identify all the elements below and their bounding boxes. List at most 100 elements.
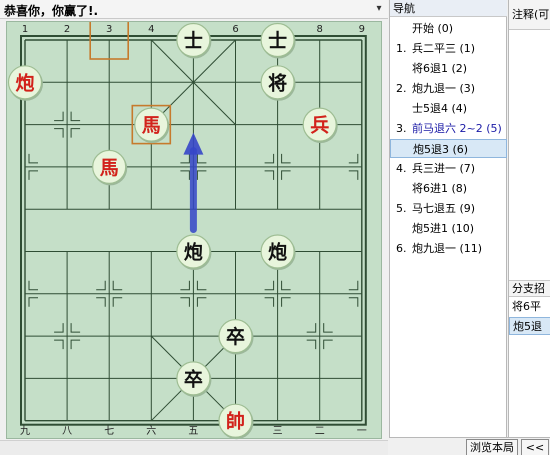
notes-text-area[interactable] (509, 30, 550, 280)
position-marker (348, 280, 359, 291)
position-marker (281, 153, 291, 164)
position-marker (348, 297, 359, 307)
notes-pane: 注释(可 分支招 将6平 炮5退 (508, 0, 550, 437)
board-footer (0, 440, 388, 455)
position-marker (348, 153, 359, 164)
pane-menu-icon[interactable]: ▾ (372, 1, 386, 17)
position-marker (70, 111, 81, 122)
piece-black-cannon-2[interactable]: 炮 (260, 234, 296, 270)
file-label-top: 3 (106, 24, 112, 35)
file-label-top: 1 (22, 24, 28, 35)
move-text: 炮5进1 (10) (412, 222, 475, 235)
position-marker (264, 297, 275, 307)
piece-red-soldier[interactable]: 兵 (302, 107, 338, 144)
move-number: 4. (396, 162, 407, 175)
navigation-pane: 导航 开始 (0) 1. 兵二平三 (1) 将6退1 (2) 2. 炮九退一 (3) 士5退… (389, 0, 507, 437)
move-text: 马七退五 (9) (412, 202, 476, 215)
move-list-item[interactable]: 5. 马七退五 (9) (390, 199, 507, 218)
notes-header: 注释(可 (509, 0, 550, 30)
move-text: 前马退六 2~2 (5) (412, 122, 502, 135)
piece-label: 炮 (184, 241, 203, 264)
piece-red-horse-2[interactable]: 馬 (92, 149, 128, 186)
xiangqi-board[interactable]: 123456789九八七六五四三二一士士将炮馬兵馬炮炮卒卒帥 (6, 21, 383, 440)
move-list-item[interactable]: 6. 炮九退一 (11) (390, 239, 507, 258)
move-text: 兵三进一 (7) (412, 162, 476, 175)
move-text: 炮九退一 (11) (412, 242, 483, 255)
position-marker (281, 297, 291, 307)
bottom-toolbar: 浏览本局 << (389, 437, 550, 455)
piece-red-horse-1[interactable]: 馬 (134, 107, 170, 144)
move-number: 3. (396, 122, 407, 135)
file-label-bottom: 七 (104, 425, 114, 437)
position-marker (70, 128, 81, 138)
position-marker (28, 297, 38, 307)
position-marker (196, 170, 207, 180)
move-list-item[interactable]: 开始 (0) (390, 19, 507, 38)
move-number: 1. (396, 42, 407, 55)
position-marker (196, 297, 207, 307)
branch-moves-header: 分支招 (509, 280, 550, 297)
piece-black-pawn-1[interactable]: 卒 (218, 319, 254, 355)
piece-label: 帥 (226, 410, 245, 433)
move-list-item[interactable]: 3. 前马退六 2~2 (5) (390, 119, 507, 138)
file-label-top: 9 (359, 24, 365, 35)
piece-label: 士 (184, 30, 203, 52)
piece-label: 炮 (15, 71, 34, 94)
move-list-item[interactable]: 2. 炮九退一 (3) (390, 79, 507, 98)
file-label-bottom: 六 (146, 425, 156, 437)
position-marker (28, 153, 38, 164)
position-marker (323, 339, 333, 350)
piece-black-advisor-2[interactable]: 士 (260, 22, 296, 59)
board-pane: 恭喜你，你赢了!. ▾ 123456789九八七六五四三二一士士将炮馬兵馬炮炮卒… (0, 0, 388, 455)
position-marker (180, 280, 190, 291)
file-label-bottom: 一 (357, 426, 367, 437)
piece-label: 馬 (100, 157, 119, 179)
piece-black-cannon-1[interactable]: 炮 (176, 234, 212, 270)
previous-move-button[interactable]: << (521, 439, 549, 455)
piece-red-king[interactable]: 帥 (218, 403, 254, 440)
move-list-item[interactable]: 将6退1 (2) (390, 59, 507, 78)
move-list-item[interactable]: 1. 兵二平三 (1) (390, 39, 507, 58)
position-marker (28, 170, 38, 180)
piece-red-cannon-1[interactable]: 炮 (7, 65, 44, 101)
position-marker (112, 297, 123, 307)
position-marker (180, 153, 190, 164)
piece-black-advisor-1[interactable]: 士 (176, 22, 212, 59)
position-marker (180, 170, 190, 180)
piece-black-pawn-2[interactable]: 卒 (176, 361, 212, 397)
branch-move-item[interactable]: 炮5退 (509, 317, 550, 335)
move-text: 炮5退3 (6) (413, 143, 469, 156)
piece-black-general[interactable]: 将 (260, 65, 296, 101)
position-marker (96, 280, 106, 291)
hint-arrow-head-icon (183, 132, 204, 155)
file-label-bottom: 三 (273, 426, 283, 437)
move-list-item[interactable]: 炮5退3 (6) (390, 139, 507, 158)
position-marker (96, 297, 106, 307)
move-number: 6. (396, 242, 407, 255)
position-marker (112, 280, 123, 291)
move-text: 将6退1 (2) (412, 62, 468, 75)
move-list-item[interactable]: 将6进1 (8) (390, 179, 507, 198)
move-list-item[interactable]: 4. 兵三进一 (7) (390, 159, 507, 178)
file-label-bottom: 五 (188, 426, 198, 437)
branch-move-item[interactable]: 将6平 (509, 298, 550, 316)
position-marker (70, 339, 81, 350)
piece-label: 卒 (184, 367, 203, 390)
position-marker (323, 323, 333, 333)
board-svg[interactable]: 123456789九八七六五四三二一士士将炮馬兵馬炮炮卒卒帥 (7, 22, 383, 440)
file-label-top: 2 (64, 24, 70, 35)
position-marker (180, 297, 190, 307)
move-text: 士5退4 (4) (412, 102, 468, 115)
game-status-title: 恭喜你，你赢了!. (4, 4, 99, 18)
piece-label: 兵 (310, 115, 329, 137)
navigation-header: 导航 (390, 0, 507, 17)
browse-game-button[interactable]: 浏览本局 (466, 439, 518, 455)
position-marker (281, 170, 291, 180)
position-marker (196, 280, 207, 291)
position-marker (281, 280, 291, 291)
position-marker (264, 170, 275, 180)
move-list-item[interactable]: 炮5进1 (10) (390, 219, 507, 238)
move-text: 兵二平三 (1) (412, 42, 476, 55)
move-list-item[interactable]: 士5退4 (4) (390, 99, 507, 118)
piece-label: 将 (268, 71, 287, 94)
